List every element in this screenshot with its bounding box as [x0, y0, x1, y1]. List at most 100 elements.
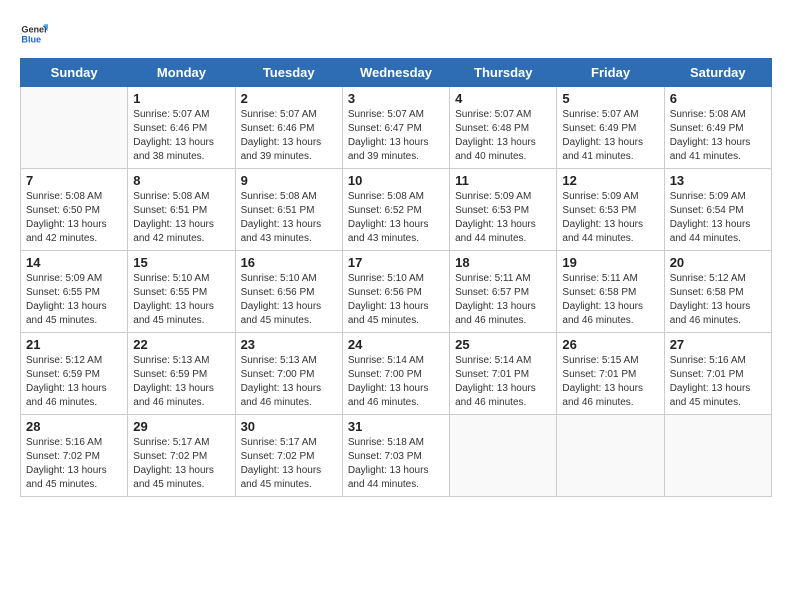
day-info: Sunrise: 5:10 AM Sunset: 6:55 PM Dayligh…	[133, 272, 229, 328]
day-number: 24	[348, 337, 444, 352]
day-info: Sunrise: 5:12 AM Sunset: 6:58 PM Dayligh…	[670, 272, 766, 328]
calendar-cell: 18 Sunrise: 5:11 AM Sunset: 6:57 PM Dayli…	[450, 251, 557, 333]
day-info: Sunrise: 5:13 AM Sunset: 7:00 PM Dayligh…	[241, 354, 337, 410]
calendar-cell: 7 Sunrise: 5:08 AM Sunset: 6:50 PM Daylig…	[21, 169, 128, 251]
day-number: 31	[348, 419, 444, 434]
day-number: 8	[133, 173, 229, 188]
day-info: Sunrise: 5:14 AM Sunset: 7:01 PM Dayligh…	[455, 354, 551, 410]
logo-icon: General Blue	[20, 20, 48, 48]
day-info: Sunrise: 5:09 AM Sunset: 6:55 PM Dayligh…	[26, 272, 122, 328]
day-info: Sunrise: 5:16 AM Sunset: 7:02 PM Dayligh…	[26, 436, 122, 492]
calendar-cell: 28 Sunrise: 5:16 AM Sunset: 7:02 PM Dayli…	[21, 415, 128, 497]
logo: General Blue	[20, 20, 48, 48]
day-number: 22	[133, 337, 229, 352]
svg-text:Blue: Blue	[21, 34, 41, 44]
calendar-cell: 15 Sunrise: 5:10 AM Sunset: 6:55 PM Dayli…	[128, 251, 235, 333]
calendar-cell: 12 Sunrise: 5:09 AM Sunset: 6:53 PM Dayli…	[557, 169, 664, 251]
day-number: 1	[133, 91, 229, 106]
day-info: Sunrise: 5:17 AM Sunset: 7:02 PM Dayligh…	[133, 436, 229, 492]
calendar-cell	[557, 415, 664, 497]
day-number: 12	[562, 173, 658, 188]
day-info: Sunrise: 5:07 AM Sunset: 6:46 PM Dayligh…	[133, 108, 229, 164]
calendar-cell: 1 Sunrise: 5:07 AM Sunset: 6:46 PM Daylig…	[128, 87, 235, 169]
day-number: 17	[348, 255, 444, 270]
day-info: Sunrise: 5:10 AM Sunset: 6:56 PM Dayligh…	[348, 272, 444, 328]
day-number: 15	[133, 255, 229, 270]
calendar-cell: 27 Sunrise: 5:16 AM Sunset: 7:01 PM Dayli…	[664, 333, 771, 415]
day-number: 21	[26, 337, 122, 352]
day-number: 7	[26, 173, 122, 188]
calendar-cell	[450, 415, 557, 497]
calendar-cell: 13 Sunrise: 5:09 AM Sunset: 6:54 PM Dayli…	[664, 169, 771, 251]
day-number: 27	[670, 337, 766, 352]
weekday-header: Friday	[557, 59, 664, 87]
calendar-cell: 25Sunrise: 5:14 AM Sunset: 7:01 PM Dayli…	[450, 333, 557, 415]
day-number: 14	[26, 255, 122, 270]
calendar-cell: 31Sunrise: 5:18 AM Sunset: 7:03 PM Dayli…	[342, 415, 449, 497]
week-row: 21 Sunrise: 5:12 AM Sunset: 6:59 PM Dayli…	[21, 333, 772, 415]
day-info: Sunrise: 5:08 AM Sunset: 6:51 PM Dayligh…	[133, 190, 229, 246]
day-number: 4	[455, 91, 551, 106]
calendar-cell: 4Sunrise: 5:07 AM Sunset: 6:48 PM Daylig…	[450, 87, 557, 169]
week-row: 14 Sunrise: 5:09 AM Sunset: 6:55 PM Dayli…	[21, 251, 772, 333]
day-info: Sunrise: 5:08 AM Sunset: 6:50 PM Dayligh…	[26, 190, 122, 246]
calendar-cell: 8 Sunrise: 5:08 AM Sunset: 6:51 PM Daylig…	[128, 169, 235, 251]
calendar-cell: 30Sunrise: 5:17 AM Sunset: 7:02 PM Dayli…	[235, 415, 342, 497]
weekday-header: Sunday	[21, 59, 128, 87]
weekday-header: Saturday	[664, 59, 771, 87]
calendar-cell: 24 Sunrise: 5:14 AM Sunset: 7:00 PM Dayli…	[342, 333, 449, 415]
day-info: Sunrise: 5:08 AM Sunset: 6:49 PM Dayligh…	[670, 108, 766, 164]
calendar-cell: 5Sunrise: 5:07 AM Sunset: 6:49 PM Daylig…	[557, 87, 664, 169]
calendar-cell: 10Sunrise: 5:08 AM Sunset: 6:52 PM Dayli…	[342, 169, 449, 251]
calendar-cell	[664, 415, 771, 497]
calendar-table: SundayMondayTuesdayWednesdayThursdayFrid…	[20, 58, 772, 497]
day-info: Sunrise: 5:14 AM Sunset: 7:00 PM Dayligh…	[348, 354, 444, 410]
calendar-cell: 11 Sunrise: 5:09 AM Sunset: 6:53 PM Dayli…	[450, 169, 557, 251]
calendar-cell: 16 Sunrise: 5:10 AM Sunset: 6:56 PM Dayli…	[235, 251, 342, 333]
day-info: Sunrise: 5:08 AM Sunset: 6:51 PM Dayligh…	[241, 190, 337, 246]
day-number: 16	[241, 255, 337, 270]
day-number: 29	[133, 419, 229, 434]
day-info: Sunrise: 5:07 AM Sunset: 6:47 PM Dayligh…	[348, 108, 444, 164]
weekday-header: Tuesday	[235, 59, 342, 87]
day-info: Sunrise: 5:12 AM Sunset: 6:59 PM Dayligh…	[26, 354, 122, 410]
day-info: Sunrise: 5:11 AM Sunset: 6:57 PM Dayligh…	[455, 272, 551, 328]
weekday-header: Monday	[128, 59, 235, 87]
calendar-header: SundayMondayTuesdayWednesdayThursdayFrid…	[21, 59, 772, 87]
day-number: 6	[670, 91, 766, 106]
calendar-cell: 22 Sunrise: 5:13 AM Sunset: 6:59 PM Dayli…	[128, 333, 235, 415]
calendar-cell: 6 Sunrise: 5:08 AM Sunset: 6:49 PM Daylig…	[664, 87, 771, 169]
day-info: Sunrise: 5:07 AM Sunset: 6:46 PM Dayligh…	[241, 108, 337, 164]
day-number: 9	[241, 173, 337, 188]
day-info: Sunrise: 5:09 AM Sunset: 6:53 PM Dayligh…	[455, 190, 551, 246]
calendar-cell: 20Sunrise: 5:12 AM Sunset: 6:58 PM Dayli…	[664, 251, 771, 333]
day-info: Sunrise: 5:10 AM Sunset: 6:56 PM Dayligh…	[241, 272, 337, 328]
day-info: Sunrise: 5:15 AM Sunset: 7:01 PM Dayligh…	[562, 354, 658, 410]
weekday-header: Thursday	[450, 59, 557, 87]
day-info: Sunrise: 5:09 AM Sunset: 6:53 PM Dayligh…	[562, 190, 658, 246]
day-number: 18	[455, 255, 551, 270]
day-info: Sunrise: 5:17 AM Sunset: 7:02 PM Dayligh…	[241, 436, 337, 492]
day-info: Sunrise: 5:16 AM Sunset: 7:01 PM Dayligh…	[670, 354, 766, 410]
day-number: 11	[455, 173, 551, 188]
week-row: 1 Sunrise: 5:07 AM Sunset: 6:46 PM Daylig…	[21, 87, 772, 169]
day-number: 23	[241, 337, 337, 352]
calendar-cell: 3 Sunrise: 5:07 AM Sunset: 6:47 PM Daylig…	[342, 87, 449, 169]
calendar-cell: 14 Sunrise: 5:09 AM Sunset: 6:55 PM Dayli…	[21, 251, 128, 333]
calendar-cell: 9 Sunrise: 5:08 AM Sunset: 6:51 PM Daylig…	[235, 169, 342, 251]
day-number: 3	[348, 91, 444, 106]
day-info: Sunrise: 5:09 AM Sunset: 6:54 PM Dayligh…	[670, 190, 766, 246]
calendar-cell	[21, 87, 128, 169]
calendar-cell: 17 Sunrise: 5:10 AM Sunset: 6:56 PM Dayli…	[342, 251, 449, 333]
day-number: 28	[26, 419, 122, 434]
day-info: Sunrise: 5:11 AM Sunset: 6:58 PM Dayligh…	[562, 272, 658, 328]
calendar-cell: 2Sunrise: 5:07 AM Sunset: 6:46 PM Daylig…	[235, 87, 342, 169]
day-number: 13	[670, 173, 766, 188]
day-number: 10	[348, 173, 444, 188]
header: General Blue	[20, 20, 772, 48]
week-row: 28 Sunrise: 5:16 AM Sunset: 7:02 PM Dayli…	[21, 415, 772, 497]
day-number: 26	[562, 337, 658, 352]
calendar-cell: 26 Sunrise: 5:15 AM Sunset: 7:01 PM Dayli…	[557, 333, 664, 415]
day-info: Sunrise: 5:13 AM Sunset: 6:59 PM Dayligh…	[133, 354, 229, 410]
day-number: 5	[562, 91, 658, 106]
